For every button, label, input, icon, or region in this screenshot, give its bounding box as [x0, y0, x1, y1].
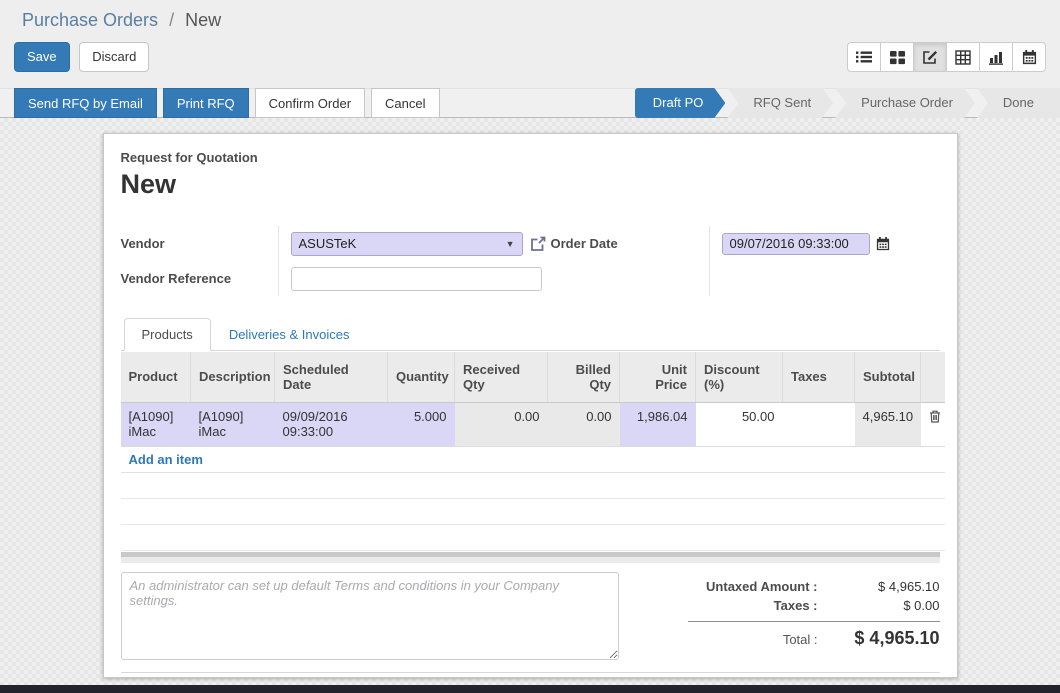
status-pipeline: Draft PO RFQ Sent Purchase Order Done — [633, 88, 1060, 118]
cell-product[interactable]: [A1090] iMac — [121, 402, 191, 446]
notebook-tabs: Products Deliveries & Invoices — [121, 318, 940, 351]
total-label: Total : — [688, 632, 830, 647]
col-delete — [921, 352, 945, 402]
kanban-view-button[interactable] — [880, 42, 914, 72]
stage-rfq-sent[interactable]: RFQ Sent — [727, 88, 833, 118]
pivot-view-button[interactable] — [946, 42, 980, 72]
taxes-value: $ 0.00 — [830, 598, 940, 613]
statusbar: Send RFQ by Email Print RFQ Confirm Orde… — [0, 88, 1060, 118]
form-title: New — [121, 169, 940, 200]
col-description[interactable]: Description — [191, 352, 275, 402]
delete-line-button[interactable] — [929, 409, 941, 426]
sheet-bottom-divider — [121, 672, 940, 673]
pivot-icon — [955, 50, 971, 65]
cancel-button[interactable]: Cancel — [371, 88, 439, 118]
tab-deliveries-invoices[interactable]: Deliveries & Invoices — [211, 318, 368, 351]
list-view-button[interactable] — [847, 42, 881, 72]
kanban-icon — [890, 50, 905, 65]
trash-icon — [929, 410, 941, 423]
confirm-order-button[interactable]: Confirm Order — [255, 88, 365, 118]
vendor-value: ASUSTeK — [299, 236, 506, 251]
untaxed-amount-label: Untaxed Amount : — [688, 579, 830, 594]
col-unit-price[interactable]: Unit Price — [620, 352, 696, 402]
chevron-down-icon: ▼ — [506, 239, 515, 249]
statusbar-actions: Send RFQ by Email Print RFQ Confirm Orde… — [0, 88, 440, 118]
breadcrumb-parent-link[interactable]: Purchase Orders — [22, 10, 158, 30]
empty-row — [121, 498, 945, 524]
totals-divider — [688, 621, 940, 622]
cell-taxes[interactable] — [783, 402, 855, 446]
stage-done[interactable]: Done — [977, 88, 1060, 118]
order-line-row[interactable]: [A1090] iMac [A1090] iMac 09/09/2016 09:… — [121, 402, 945, 446]
vendor-select[interactable]: ASUSTeK ▼ — [291, 232, 523, 256]
col-scheduled-date[interactable]: Scheduled Date — [275, 352, 388, 402]
calendar-icon — [1022, 50, 1037, 65]
add-an-item-link[interactable]: Add an item — [129, 452, 203, 467]
calendar-view-button[interactable] — [1012, 42, 1046, 72]
left-field-group: Vendor Vendor Reference ASUSTeK ▼ — [121, 226, 551, 296]
purchase-order-form-page: Purchase Orders / New Save Discard — [0, 0, 1060, 693]
breadcrumb-current: New — [185, 10, 221, 30]
content-area: Request for Quotation New Vendor Vendor … — [0, 118, 1060, 693]
graph-icon — [988, 50, 1004, 65]
terms-and-conditions-textarea[interactable] — [121, 572, 619, 660]
col-billed-qty[interactable]: Billed Qty — [548, 352, 620, 402]
form-edit-icon — [922, 49, 938, 65]
stage-draft-po[interactable]: Draft PO — [635, 88, 726, 118]
cell-unit-price[interactable]: 1,986.04 — [620, 402, 696, 446]
taxes-label: Taxes : — [688, 598, 830, 613]
form-sheet: Request for Quotation New Vendor Vendor … — [103, 133, 958, 678]
add-item-row: Add an item — [121, 446, 945, 472]
right-field-group: Order Date — [551, 226, 890, 296]
vendor-reference-input[interactable] — [291, 267, 542, 291]
record-actions: Save Discard — [14, 42, 149, 72]
tab-products[interactable]: Products — [124, 318, 211, 351]
list-icon — [856, 49, 872, 65]
total-value: $ 4,965.10 — [830, 628, 940, 649]
col-received-qty[interactable]: Received Qty — [455, 352, 548, 402]
order-lines-table: Product Description Scheduled Date Quant… — [121, 352, 945, 551]
discard-button[interactable]: Discard — [79, 42, 149, 72]
form-view-button[interactable] — [913, 42, 947, 72]
breadcrumb-separator: / — [163, 10, 180, 30]
send-rfq-by-email-button[interactable]: Send RFQ by Email — [14, 88, 157, 118]
empty-row — [121, 524, 945, 550]
graph-view-button[interactable] — [979, 42, 1013, 72]
cell-subtotal: 4,965.10 — [855, 402, 921, 446]
table-horizontal-scrollbar[interactable] — [121, 552, 940, 563]
vendor-reference-label: Vendor Reference — [121, 271, 232, 286]
col-discount[interactable]: Discount (%) — [696, 352, 783, 402]
save-button[interactable]: Save — [14, 42, 70, 72]
cell-discount[interactable]: 50.00 — [696, 402, 783, 446]
table-header-row: Product Description Scheduled Date Quant… — [121, 352, 945, 402]
cell-delete — [921, 402, 945, 446]
cell-quantity[interactable]: 5.000 — [388, 402, 455, 446]
toolbar: Save Discard — [0, 31, 1060, 72]
field-groups: Vendor Vendor Reference ASUSTeK ▼ — [121, 226, 940, 296]
form-subtitle: Request for Quotation — [121, 150, 940, 165]
totals-block: Untaxed Amount : $ 4,965.10 Taxes : $ 0.… — [688, 572, 940, 660]
stage-purchase-order[interactable]: Purchase Order — [835, 88, 975, 118]
empty-row — [121, 472, 945, 498]
open-vendor-external-link-icon[interactable] — [530, 236, 546, 252]
order-date-input[interactable] — [722, 233, 870, 255]
breadcrumb: Purchase Orders / New — [0, 0, 1060, 31]
date-picker-calendar-icon[interactable] — [876, 237, 890, 251]
untaxed-amount-value: $ 4,965.10 — [830, 579, 940, 594]
col-product[interactable]: Product — [121, 352, 191, 402]
vendor-label: Vendor — [121, 236, 165, 251]
cell-scheduled-date[interactable]: 09/09/2016 09:33:00 — [275, 402, 388, 446]
col-quantity[interactable]: Quantity — [388, 352, 455, 402]
col-taxes[interactable]: Taxes — [783, 352, 855, 402]
print-rfq-button[interactable]: Print RFQ — [163, 88, 249, 118]
window-bottom-bar — [0, 685, 1060, 693]
cell-description[interactable]: [A1090] iMac — [191, 402, 275, 446]
top-bar: Purchase Orders / New Save Discard — [0, 0, 1060, 88]
footer-section: Untaxed Amount : $ 4,965.10 Taxes : $ 0.… — [121, 572, 940, 660]
cell-received-qty: 0.00 — [455, 402, 548, 446]
col-subtotal[interactable]: Subtotal — [855, 352, 921, 402]
view-switcher — [847, 42, 1046, 72]
cell-billed-qty: 0.00 — [548, 402, 620, 446]
order-date-label: Order Date — [551, 236, 618, 251]
